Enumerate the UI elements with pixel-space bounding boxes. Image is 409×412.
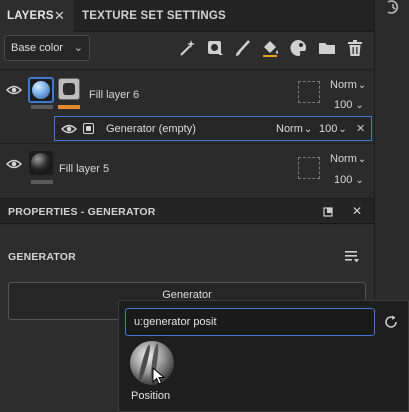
channel-select[interactable]: Base color ⌄ [4, 35, 90, 61]
effect-opacity-number: 100 [319, 123, 338, 135]
blend-mode-select[interactable]: Norm⌄ [330, 79, 366, 91]
magic-wand-icon[interactable] [177, 38, 197, 58]
chevron-down-icon: ⌄ [355, 100, 364, 111]
effect-row-generator[interactable]: Generator (empty) Norm⌄ 100⌄ ✕ [54, 116, 372, 141]
properties-title: PROPERTIES - GENERATOR [8, 206, 156, 218]
effect-blend-value: Norm [276, 123, 303, 135]
mask-add-icon[interactable] [205, 38, 225, 58]
chevron-down-icon: ⌄ [357, 154, 367, 165]
menu-icon[interactable] [344, 250, 360, 264]
palette-icon[interactable] [288, 38, 308, 58]
layer-material-thumbnail[interactable] [29, 151, 53, 175]
thumbnail-underline [31, 180, 53, 184]
layer-placeholder-box [298, 157, 320, 179]
eye-icon[interactable] [6, 84, 22, 96]
blend-mode-value: Norm [330, 153, 357, 165]
channel-select-value: Base color [11, 42, 63, 54]
chevron-down-icon: ⌄ [355, 175, 364, 186]
layers-toolbar: Base color ⌄ [0, 32, 374, 68]
mask-selected-bar [58, 105, 80, 109]
chevron-down-icon: ⌄ [338, 124, 347, 135]
properties-header: PROPERTIES - GENERATOR ✕ [0, 198, 374, 224]
tab-layers-label: LAYERS [7, 10, 54, 22]
section-title: GENERATOR [8, 251, 76, 263]
layer-material-thumbnail[interactable] [28, 77, 54, 103]
mouse-cursor-icon [152, 367, 166, 385]
paint-brush-icon[interactable] [233, 38, 253, 58]
opacity-value[interactable]: 100 ⌄ [334, 99, 364, 111]
tab-bar: LAYERS ✕ TEXTURE SET SETTINGS [0, 0, 374, 32]
result-label: Position [131, 390, 171, 402]
eye-icon[interactable] [61, 123, 77, 135]
layer-row-fill-layer-5[interactable]: Fill layer 5 Norm⌄ 100 ⌄ [0, 143, 374, 195]
layer-name[interactable]: Fill layer 5 [59, 163, 109, 175]
folder-icon[interactable] [317, 38, 337, 58]
layer-mask-thumbnail[interactable] [58, 78, 80, 100]
eye-icon[interactable] [6, 158, 22, 170]
layer-name[interactable]: Fill layer 6 [89, 89, 139, 101]
trash-icon[interactable] [345, 38, 365, 58]
undock-icon[interactable] [323, 207, 333, 217]
effect-opacity-value[interactable]: 100⌄ [319, 123, 347, 135]
chevron-down-icon: ⌄ [357, 80, 367, 91]
fill-bucket-icon[interactable] [260, 38, 280, 58]
opacity-number: 100 [334, 99, 353, 111]
blend-mode-select[interactable]: Norm⌄ [330, 153, 366, 165]
close-icon[interactable]: ✕ [352, 204, 362, 218]
thumbnail-underline [31, 105, 53, 109]
effect-blend-select[interactable]: Norm⌄ [276, 123, 312, 135]
history-icon[interactable] [385, 0, 401, 14]
opacity-value[interactable]: 100 ⌄ [334, 174, 364, 186]
opacity-number: 100 [334, 174, 353, 186]
tab-texture-set-settings[interactable]: TEXTURE SET SETTINGS [82, 0, 226, 32]
layer-placeholder-box [298, 81, 320, 103]
tab-close-icon[interactable]: ✕ [54, 0, 65, 32]
layer-row-fill-layer-6[interactable]: Fill layer 6 Norm⌄ 100 ⌄ [0, 69, 374, 115]
search-input[interactable] [125, 308, 375, 336]
resource-picker-popup: Position [118, 300, 409, 412]
refresh-icon[interactable] [383, 314, 399, 330]
tab-layers[interactable]: LAYERS ✕ [0, 0, 74, 32]
effect-close-icon[interactable]: ✕ [356, 122, 365, 135]
blend-mode-value: Norm [330, 79, 357, 91]
effect-name[interactable]: Generator (empty) [106, 123, 196, 135]
chevron-down-icon: ⌄ [73, 42, 83, 54]
chevron-down-icon: ⌄ [303, 124, 313, 135]
generator-icon [83, 123, 94, 134]
